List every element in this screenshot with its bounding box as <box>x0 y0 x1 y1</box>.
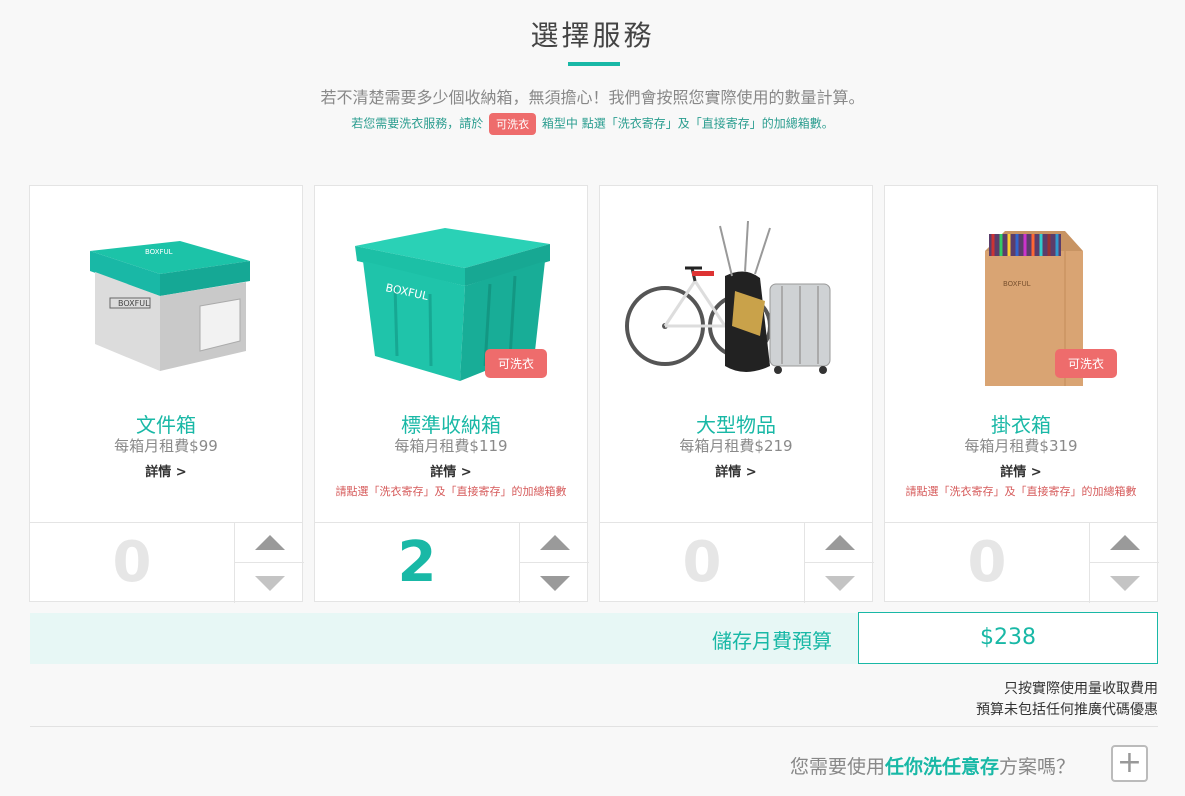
card-price: 每箱月租費$219 <box>679 437 793 455</box>
title-underline <box>568 62 620 66</box>
increment-button[interactable] <box>520 523 589 563</box>
details-link[interactable]: 詳情 > <box>315 461 587 480</box>
stepper-buttons <box>234 523 304 603</box>
plan-question-suffix: 方案嗎？ <box>998 756 1075 778</box>
document-box-image: BOXFUL BOXFUL <box>90 241 250 371</box>
card-name: 標準收納箱 <box>401 413 501 437</box>
laundry-note-suffix: 箱型中 點選「洗衣寄存」及「直接寄存」的加總箱數。 <box>541 116 834 131</box>
laundry-badge: 可洗衣 <box>489 113 537 135</box>
decrement-button[interactable] <box>805 563 874 603</box>
stepper-buttons <box>1089 523 1159 603</box>
page-title: 選擇服務 <box>530 19 655 52</box>
card-price: 每箱月租費$99 <box>114 437 218 455</box>
arrow-down-icon <box>254 575 285 591</box>
budget-label: 儲存月費預算 <box>712 629 832 653</box>
laundry-badge: 可洗衣 <box>1054 349 1117 378</box>
card-price: 每箱月租費$319 <box>964 437 1078 455</box>
quantity-value: 2 <box>397 530 437 595</box>
service-card-document-box: BOXFUL BOXFUL 文件箱 每箱月租費$99 詳情 > 0 <box>29 185 304 603</box>
arrow-up-icon <box>254 535 285 550</box>
card-price: 每箱月租費$119 <box>394 437 508 455</box>
arrow-up-icon <box>1109 535 1140 550</box>
divider <box>30 726 1158 727</box>
details-link[interactable]: 詳情 > <box>600 461 872 480</box>
quantity-value: 0 <box>682 530 722 595</box>
svg-text:BOXFUL: BOXFUL <box>145 248 173 256</box>
decrement-button[interactable] <box>520 563 589 603</box>
page-subtitle: 若不清楚需要多少個收納箱，無須擔心！我們會按照您實際使用的數量計算。 <box>320 88 865 107</box>
card-name: 文件箱 <box>136 413 196 437</box>
arrow-down-icon <box>539 575 570 591</box>
quantity-stepper: 0 <box>600 522 874 603</box>
service-card-wardrobe-box: BOXFUL 可洗衣 掛衣箱 每箱月租費$319 詳情 > 請點選「洗衣寄存」及… <box>884 185 1159 603</box>
arrow-down-icon <box>824 575 855 591</box>
arrow-down-icon <box>1109 575 1140 591</box>
stepper-buttons <box>804 523 874 603</box>
pricing-note: 只按實際使用量收取費用 <box>1004 681 1158 697</box>
quantity-value: 0 <box>967 530 1007 595</box>
expand-plan-button[interactable]: + <box>1111 745 1148 782</box>
decrement-button[interactable] <box>235 563 304 603</box>
increment-button[interactable] <box>805 523 874 563</box>
plan-name: 任你洗任意存 <box>884 756 999 778</box>
stepper-buttons <box>519 523 589 603</box>
large-items-image <box>625 220 831 374</box>
quantity-stepper: 0 <box>30 522 304 603</box>
promo-note: 預算未包括任何推廣代碼優惠 <box>976 702 1158 718</box>
quantity-value: 0 <box>112 530 152 595</box>
laundry-hint: 請點選「洗衣寄存」及「直接寄存」的加總箱數 <box>335 485 567 498</box>
quantity-stepper: 2 <box>315 522 589 603</box>
decrement-button[interactable] <box>1090 563 1159 603</box>
details-link[interactable]: 詳情 > <box>885 461 1157 480</box>
laundry-note: 若您需要洗衣服務，請於 可洗衣 箱型中 點選「洗衣寄存」及「直接寄存」的加總箱數… <box>0 113 1185 135</box>
svg-text:BOXFUL: BOXFUL <box>1003 280 1031 288</box>
increment-button[interactable] <box>1090 523 1159 563</box>
card-name: 掛衣箱 <box>991 413 1051 437</box>
arrow-up-icon <box>539 535 570 550</box>
increment-button[interactable] <box>235 523 304 563</box>
svg-text:BOXFUL: BOXFUL <box>118 299 150 308</box>
budget-value: $238 <box>858 612 1158 664</box>
arrow-up-icon <box>824 535 855 550</box>
plan-question-prefix: 您需要使用 <box>789 756 885 778</box>
laundry-hint: 請點選「洗衣寄存」及「直接寄存」的加總箱數 <box>905 485 1137 498</box>
card-name: 大型物品 <box>696 413 776 437</box>
details-link[interactable]: 詳情 > <box>30 461 302 480</box>
quantity-stepper: 0 <box>885 522 1159 603</box>
laundry-note-prefix: 若您需要洗衣服務，請於 <box>351 116 484 131</box>
service-card-large-items: 大型物品 每箱月租費$219 詳情 > 0 <box>599 185 874 603</box>
service-card-standard-box: BOXFUL 可洗衣 標準收納箱 每箱月租費$119 詳情 > 請點選「洗衣寄存… <box>314 185 589 603</box>
laundry-badge: 可洗衣 <box>484 349 547 378</box>
plan-question: 您需要使用任你洗任意存方案嗎？ <box>790 752 1075 779</box>
